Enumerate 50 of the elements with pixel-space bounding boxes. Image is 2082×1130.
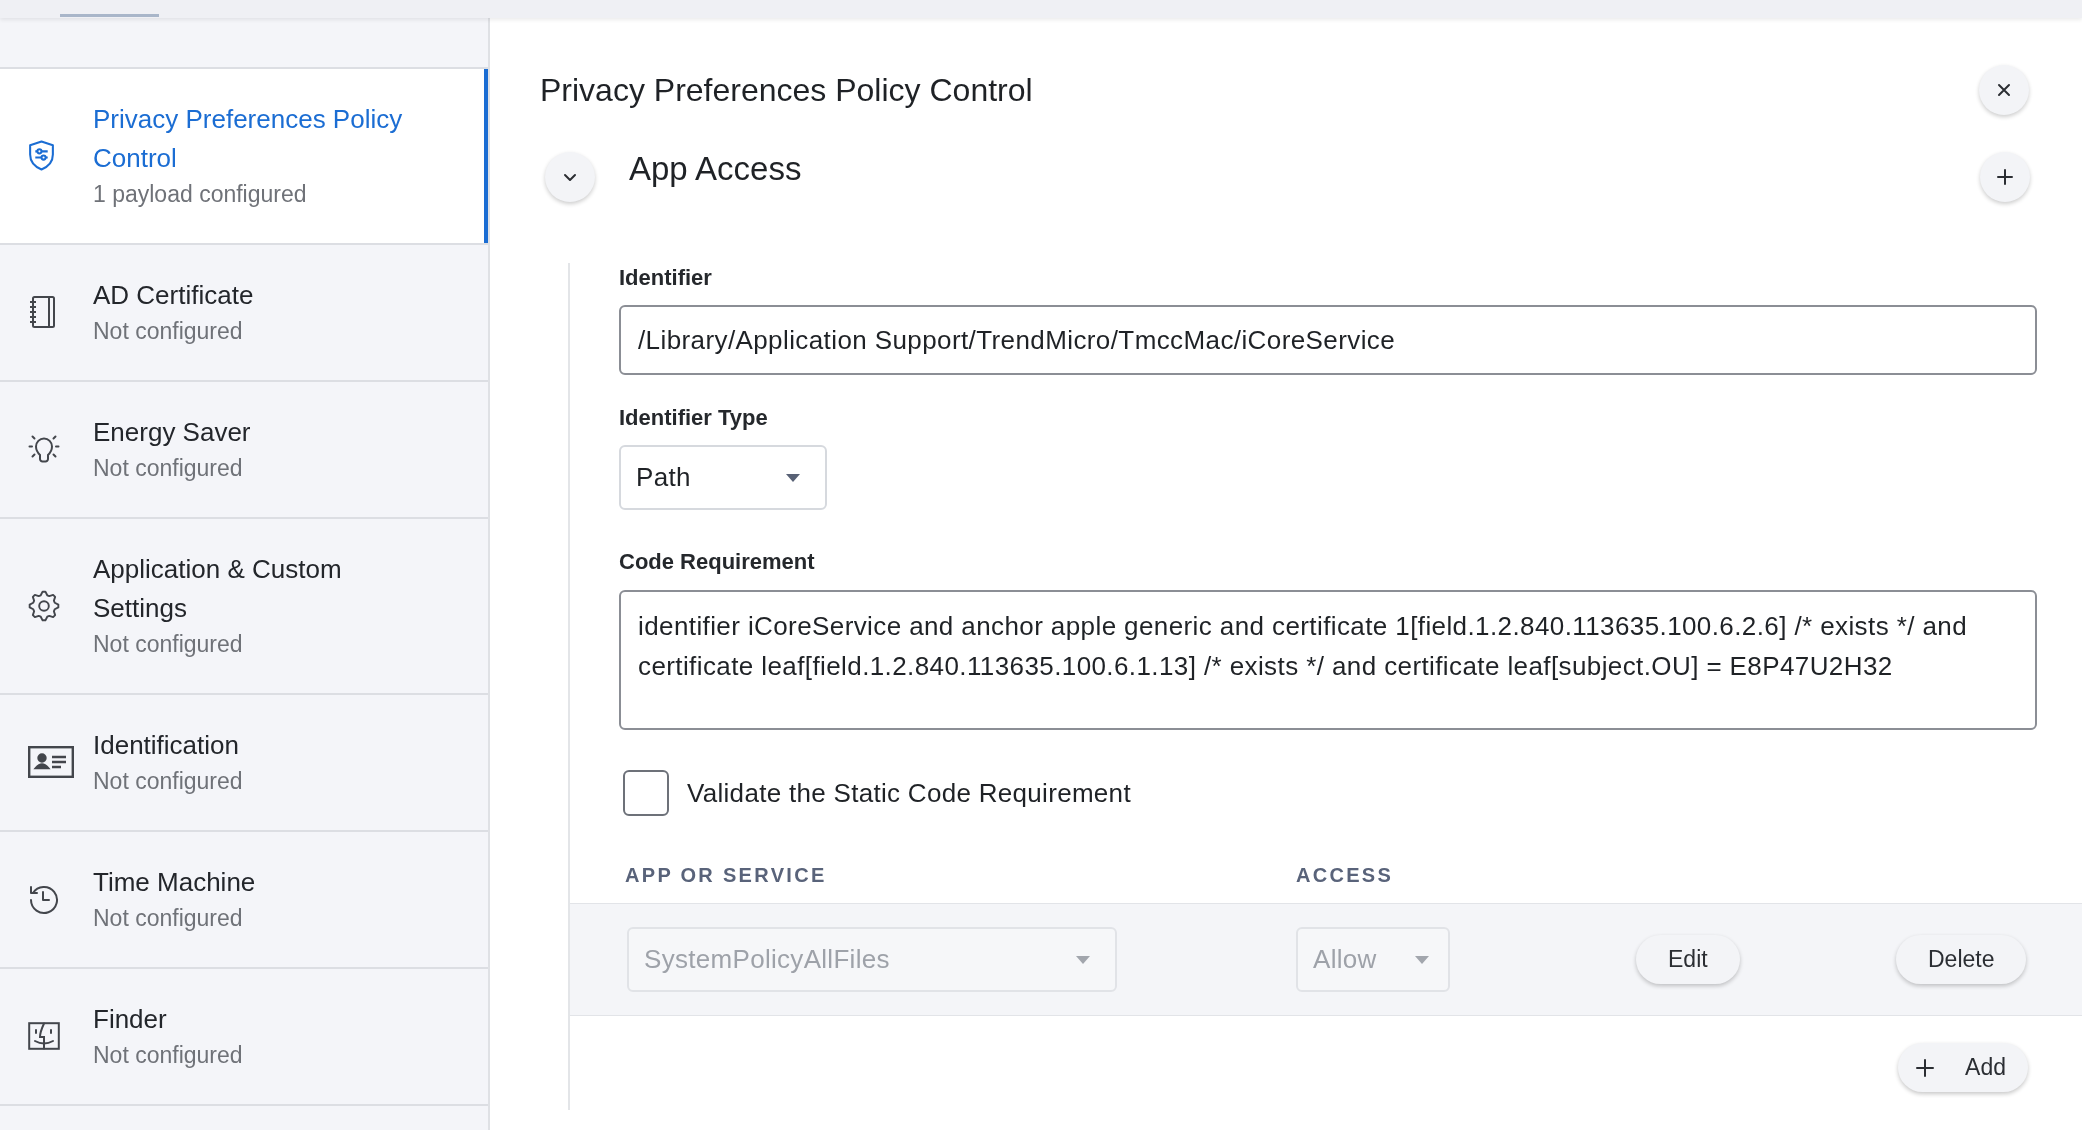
section-title: App Access xyxy=(629,149,802,189)
sidebar-item-title: Energy Saver xyxy=(93,416,251,449)
field-label: Code Requirement xyxy=(619,549,815,575)
lightbulb-icon xyxy=(28,433,60,465)
add-button[interactable]: Add xyxy=(1898,1043,2028,1092)
panel-title: Privacy Preferences Policy Control xyxy=(540,71,1033,110)
chevron-icon xyxy=(563,172,577,182)
field-label: Identifier xyxy=(619,265,712,291)
dropdown[interactable]: Path xyxy=(619,445,827,510)
history-clock-icon xyxy=(28,883,60,915)
checkbox[interactable] xyxy=(623,770,669,816)
gear-icon xyxy=(28,589,60,622)
column-header: APP OR SERVICE xyxy=(625,863,827,888)
sidebar-item[interactable]: Energy Saver Not configured xyxy=(0,382,488,519)
close-icon xyxy=(1997,83,2011,97)
close-button[interactable] xyxy=(1979,65,2029,115)
caret-down-icon xyxy=(1414,954,1430,965)
id-card-icon xyxy=(28,746,74,778)
plus-icon xyxy=(1916,1058,1935,1077)
caret-down-icon xyxy=(1075,954,1091,965)
sidebar-item-status: Not configured xyxy=(93,904,243,933)
add-section-button[interactable] xyxy=(1980,152,2030,202)
sidebar-item-title: Privacy Preferences Policy Control xyxy=(93,103,404,175)
sidebar-item[interactable]: Finder Not configured xyxy=(0,969,488,1106)
sidebar-item-status: Not configured xyxy=(93,317,243,346)
sidebar-item-status: Not configured xyxy=(93,767,243,796)
notebook-icon xyxy=(28,295,56,329)
column-header: ACCESS xyxy=(1296,863,1394,888)
sidebar-item[interactable]: Identification Not configured xyxy=(0,695,488,832)
sidebar-item[interactable]: Application & Custom Settings Not configured xyxy=(0,519,488,695)
text-field[interactable]: /Library/Application Support/TrendMicro/TmccMac/iCoreService xyxy=(619,305,2037,375)
sidebar-item[interactable]: Privacy Preferences Policy Control 1 payload configured xyxy=(0,69,488,245)
sidebar-item[interactable]: Time Machine Not configured xyxy=(0,832,488,969)
sidebar-item-title: Finder xyxy=(93,1003,167,1036)
shield-sliders-icon xyxy=(28,140,55,171)
face-window-icon xyxy=(28,1022,60,1050)
sidebar-item-title: AD Certificate xyxy=(93,279,254,312)
field-label: Identifier Type xyxy=(619,405,768,431)
sidebar-item-title: Time Machine xyxy=(93,866,256,899)
sidebar-item[interactable]: AD Certificate Not configured xyxy=(0,245,488,382)
sidebar-item-status: 1 payload configured xyxy=(93,180,307,209)
sidebar-item-title: Identification xyxy=(93,729,239,762)
sidebar-item-title: Application & Custom Settings xyxy=(93,553,343,625)
sidebar-item-status: Not configured xyxy=(93,454,243,483)
text-area-field[interactable]: identifier iCoreService and anchor apple generic and certificate 1[field.1.2.840.113635.100.6.2.6] /* exists */ and certificate leaf[field.1.2.840.113635.100.6.1.13] /* exists */ and certificate leaf[subject.OU] = E8P47U2H32 xyxy=(619,590,2037,730)
sidebar-item-status: Not configured xyxy=(93,630,243,659)
caret-down-icon xyxy=(785,472,801,483)
sidebar-item-status: Not configured xyxy=(93,1041,243,1070)
plus-icon xyxy=(1996,168,2014,186)
checkbox-label[interactable]: Validate the Static Code Requirement xyxy=(687,778,1131,808)
